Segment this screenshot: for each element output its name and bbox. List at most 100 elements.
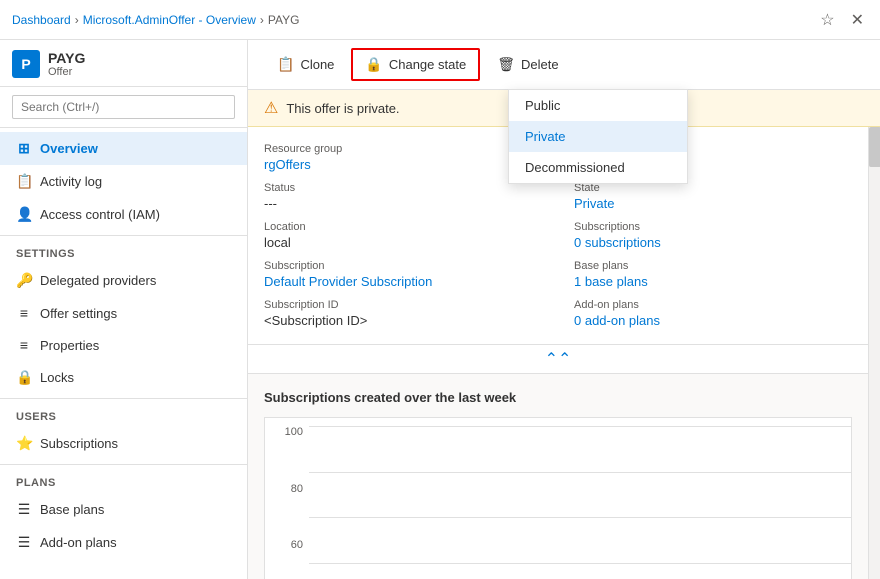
scroll-up-button[interactable]: ⌃⌃	[545, 349, 572, 369]
sidebar-item-delegated-providers[interactable]: 🔑 Delegated providers	[0, 264, 247, 297]
toolbar: 📋 Clone 🔒 Change state 🗑 Delete Public P…	[248, 40, 880, 90]
chart-area: Subscriptions created over the last week…	[248, 374, 868, 579]
chart-y-axis: 100 80 60 40	[273, 426, 303, 579]
sidebar-title-group: PAYG Offer	[48, 50, 85, 78]
sidebar-item-label-overview: Overview	[40, 141, 98, 156]
addon-plans-count-value[interactable]: 0 add-on plans	[574, 313, 852, 328]
dropdown-item-public[interactable]: Public	[509, 90, 687, 121]
info-status: Status ---	[264, 182, 542, 211]
sidebar-item-offer-settings[interactable]: ≡ Offer settings	[0, 297, 247, 329]
sidebar-item-label-locks: Locks	[40, 370, 74, 385]
chart-gridline-60	[309, 517, 851, 518]
chart-gridline-40	[309, 563, 851, 564]
delete-icon: 🗑	[497, 56, 515, 73]
clone-button[interactable]: 📋 Clone	[264, 49, 347, 80]
sidebar-item-label-subscriptions: Subscriptions	[40, 436, 118, 451]
change-state-button[interactable]: 🔒 Change state	[351, 48, 480, 81]
sidebar-subtitle: Offer	[48, 66, 85, 78]
chart-gridline-80	[309, 472, 851, 473]
base-plans-count-label: Base plans	[574, 260, 852, 272]
sidebar-item-activity-log[interactable]: 📋 Activity log	[0, 165, 247, 198]
content-with-scroll: Resource group rgOffers Status --- Locat…	[248, 127, 880, 579]
delete-label: Delete	[521, 57, 559, 72]
content-area: 📋 Clone 🔒 Change state 🗑 Delete Public P…	[248, 40, 880, 579]
dropdown-item-private[interactable]: Private	[509, 121, 687, 152]
info-base-plans: Base plans 1 base plans	[574, 260, 852, 289]
top-bar-actions: ☆ ✕	[816, 6, 868, 34]
sidebar: P PAYG Offer ⊞ Overview 📋 Activity log 👤…	[0, 40, 248, 579]
users-section-header: Users	[0, 398, 247, 427]
base-plans-count-value[interactable]: 1 base plans	[574, 274, 852, 289]
subscriptions-count-value[interactable]: 0 subscriptions	[574, 235, 852, 250]
chart-container: 100 80 60 40	[264, 417, 852, 579]
location-label: Location	[264, 221, 542, 233]
info-addon-plans: Add-on plans 0 add-on plans	[574, 299, 852, 328]
sidebar-item-label-delegated: Delegated providers	[40, 273, 156, 288]
sidebar-nav: ⊞ Overview 📋 Activity log 👤 Access contr…	[0, 128, 247, 579]
sidebar-item-locks[interactable]: 🔒 Locks	[0, 361, 247, 394]
change-state-dropdown: Public Private Decommissioned	[508, 89, 688, 184]
dropdown-label-private: Private	[525, 129, 565, 144]
subscription-value[interactable]: Default Provider Subscription	[264, 274, 542, 289]
search-input[interactable]	[12, 95, 235, 119]
resource-group-value[interactable]: rgOffers	[264, 157, 542, 172]
settings-section-header: Settings	[0, 235, 247, 264]
sidebar-item-label-addon-plans: Add-on plans	[40, 535, 117, 550]
chart-plot-area	[309, 426, 851, 579]
sidebar-item-iam[interactable]: 👤 Access control (IAM)	[0, 198, 247, 231]
sidebar-item-label-activity-log: Activity log	[40, 174, 102, 189]
offer-settings-icon: ≡	[16, 305, 32, 321]
dropdown-item-decommissioned[interactable]: Decommissioned	[509, 152, 687, 183]
sidebar-item-base-plans[interactable]: ☰ Base plans	[0, 493, 247, 526]
breadcrumb-dashboard[interactable]: Dashboard	[12, 13, 71, 27]
delete-button[interactable]: 🗑 Delete	[484, 49, 571, 80]
iam-icon: 👤	[16, 206, 32, 223]
sidebar-item-overview[interactable]: ⊞ Overview	[0, 132, 247, 165]
sidebar-item-label-base-plans: Base plans	[40, 502, 104, 517]
properties-icon: ≡	[16, 337, 32, 353]
scrollbar[interactable]	[868, 127, 880, 579]
subscriptions-count-label: Subscriptions	[574, 221, 852, 233]
sidebar-search	[0, 87, 247, 128]
addon-plans-icon: ☰	[16, 534, 32, 551]
sidebar-title: PAYG	[48, 50, 85, 66]
info-subscription-id: Subscription ID <Subscription ID>	[264, 299, 542, 328]
sidebar-item-addon-plans[interactable]: ☰ Add-on plans	[0, 526, 247, 559]
info-subscriptions-count: Subscriptions 0 subscriptions	[574, 221, 852, 250]
sidebar-item-subscriptions[interactable]: ⭐ Subscriptions	[0, 427, 247, 460]
status-label: Status	[264, 182, 542, 194]
resource-group-label: Resource group	[264, 143, 542, 155]
info-subscription: Subscription Default Provider Subscripti…	[264, 260, 542, 289]
info-left-column: Resource group rgOffers Status --- Locat…	[264, 143, 542, 328]
chart-title: Subscriptions created over the last week	[264, 390, 852, 405]
scroll-controls: ⌃⌃	[248, 345, 868, 374]
pin-button[interactable]: ☆	[816, 6, 838, 34]
scrollbar-thumb[interactable]	[869, 127, 880, 167]
state-value[interactable]: Private	[574, 196, 852, 211]
info-location: Location local	[264, 221, 542, 250]
subscription-id-label: Subscription ID	[264, 299, 542, 311]
breadcrumb: Dashboard › Microsoft.AdminOffer - Overv…	[12, 13, 299, 27]
subscription-label: Subscription	[264, 260, 542, 272]
breadcrumb-current: PAYG	[268, 13, 300, 27]
close-button[interactable]: ✕	[847, 6, 868, 34]
clone-icon: 📋	[277, 56, 294, 73]
subscription-id-value: <Subscription ID>	[264, 313, 542, 328]
chart-y-100: 100	[273, 426, 303, 438]
logo-text: P	[21, 56, 30, 72]
sidebar-item-label-offer-settings: Offer settings	[40, 306, 117, 321]
subscriptions-icon: ⭐	[16, 435, 32, 452]
chart-gridline-100	[309, 426, 851, 427]
sidebar-logo: P	[12, 50, 40, 78]
info-state: State Private	[574, 182, 852, 211]
top-bar: Dashboard › Microsoft.AdminOffer - Overv…	[0, 0, 880, 40]
content-main: Resource group rgOffers Status --- Locat…	[248, 127, 868, 579]
warning-icon: ⚠	[264, 98, 278, 118]
change-state-icon: 🔒	[365, 56, 382, 73]
delegated-providers-icon: 🔑	[16, 272, 32, 289]
overview-icon: ⊞	[16, 140, 32, 157]
sidebar-header: P PAYG Offer	[0, 40, 247, 87]
dropdown-label-decommissioned: Decommissioned	[525, 160, 625, 175]
breadcrumb-offer[interactable]: Microsoft.AdminOffer - Overview	[83, 13, 256, 27]
sidebar-item-properties[interactable]: ≡ Properties	[0, 329, 247, 361]
